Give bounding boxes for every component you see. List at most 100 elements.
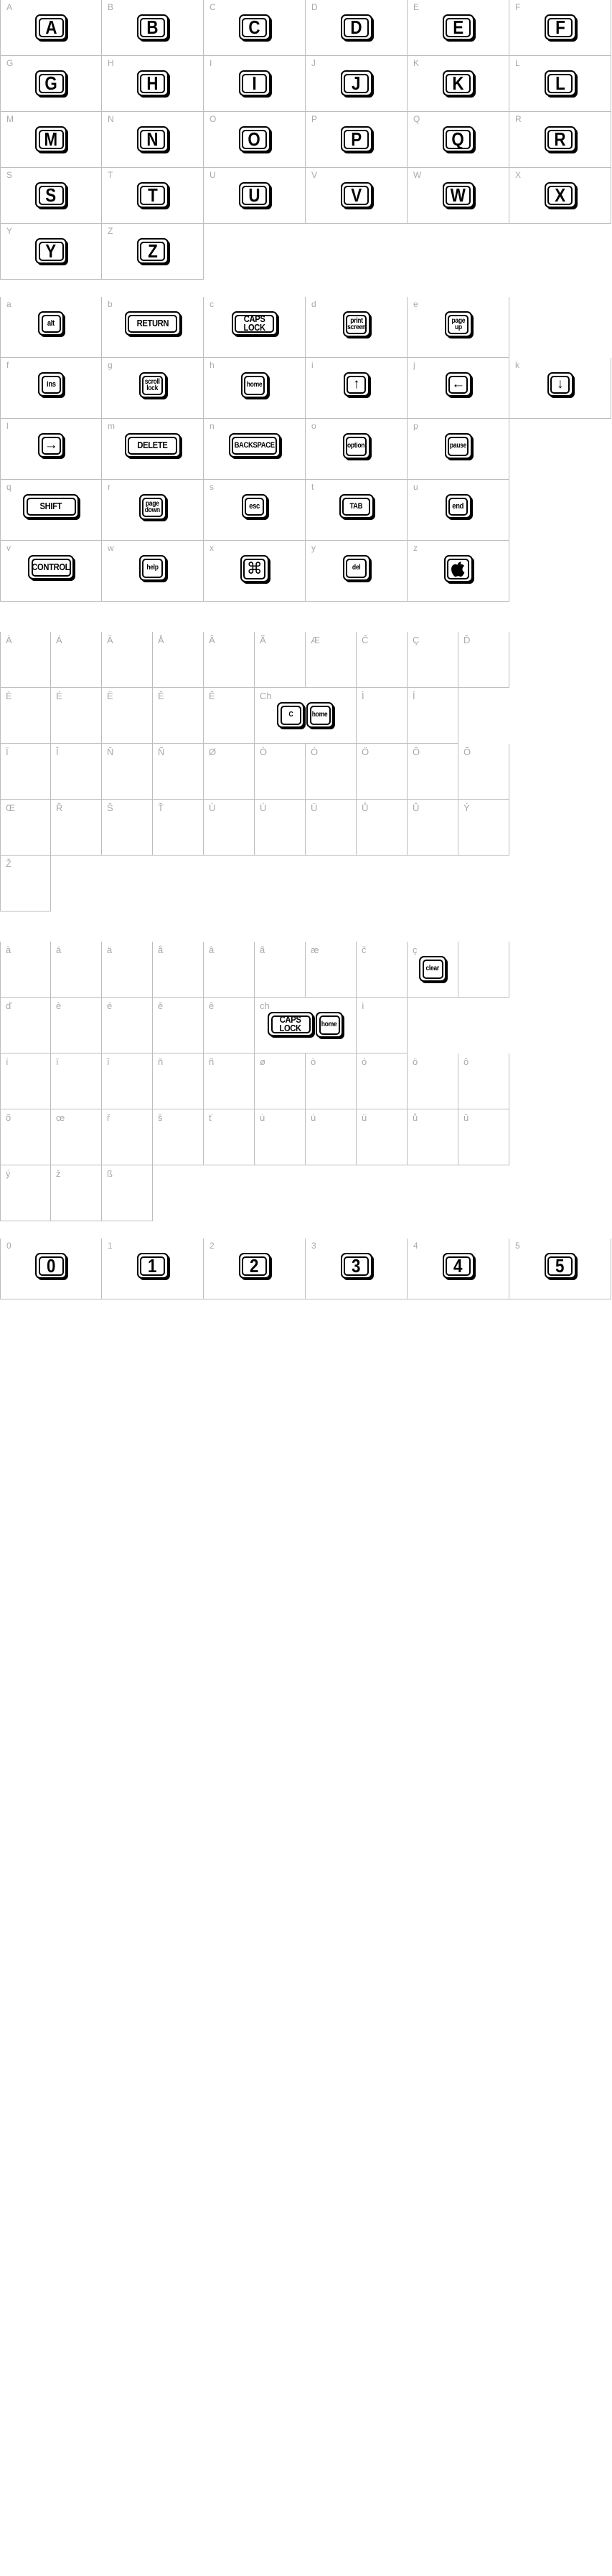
glyph-cell-label: K (413, 58, 420, 68)
glyph-cell: ü (357, 1109, 408, 1165)
key-cap-inner: DELETE (128, 436, 177, 455)
glyph-cell-label: x (210, 543, 215, 553)
glyph-cell: Ž (0, 856, 51, 911)
glyph-cell: ň (153, 1053, 204, 1109)
glyph-cell-label: t (311, 482, 314, 492)
key-cap: E (442, 14, 474, 40)
glyph-cell-label: Á (56, 635, 62, 645)
glyph-cell: Č (357, 632, 408, 688)
glyph-cell: v CONTROL (0, 541, 102, 602)
key-cap-label: CAPS LOCK (243, 313, 265, 333)
key-cap-inner: ← (448, 375, 468, 394)
key-cap-label: alt (47, 318, 55, 328)
font-character-map-sheet: AABBCCDDEEFFGGHHIIJJKKLLMMNNOOPPQQRRSSTT… (0, 0, 612, 1299)
glyph-cell-label: é (107, 1000, 113, 1011)
glyph-cell-label: Ž (6, 858, 11, 869)
glyph-cell: Ò (255, 744, 306, 800)
key-cap-inner: SHIFT (26, 497, 76, 516)
glyph-render: G (1, 70, 101, 96)
glyph-cell-label: ť (209, 1112, 212, 1123)
glyph-cell-label: Ň (107, 747, 114, 757)
key-cap: Q (442, 126, 474, 152)
glyph-render: C (204, 14, 305, 40)
glyph-row: q SHIFT r page down s esc t TAB u end (0, 480, 612, 541)
key-cap-label: 5 (555, 1254, 565, 1277)
glyph-cell-label: Œ (6, 802, 15, 813)
glyph-cell: í (0, 1053, 51, 1109)
key-cap-label: home (246, 381, 263, 389)
glyph-cell-label: à (6, 944, 11, 955)
glyph-cell-label: è (56, 1000, 62, 1011)
glyph-render: ↓ (509, 372, 611, 397)
glyph-cell: HH (102, 56, 204, 112)
key-cap: DELETE (124, 433, 181, 458)
glyph-cell-label: Æ (311, 635, 320, 645)
glyph-cell: î (102, 1053, 153, 1109)
key-cap: SHIFT (23, 494, 79, 518)
glyph-cell: Õ (458, 744, 509, 800)
key-cap: C (238, 14, 270, 40)
glyph-render: L (509, 70, 611, 96)
glyph-cell: 33 (306, 1239, 408, 1299)
glyph-row: GGHHIIJJKKLL (0, 56, 612, 112)
glyph-render (408, 555, 509, 582)
glyph-cell: Ç (408, 632, 458, 688)
glyph-cell: Ú (255, 800, 306, 856)
key-cap: A (35, 14, 67, 40)
glyph-cell: Š (102, 800, 153, 856)
key-cap: N (136, 126, 169, 152)
glyph-cell: k ↓ (509, 358, 611, 419)
key-cap-label: U (248, 184, 260, 206)
glyph-cell: ì (357, 998, 408, 1053)
glyph-cell: m DELETE (102, 419, 204, 480)
key-cap-inner: ⌘ (243, 558, 265, 579)
glyph-cell-label: Í (413, 691, 415, 701)
key-cap-label: O (248, 128, 261, 150)
glyph-cell: ž (51, 1165, 102, 1221)
glyph-cell-label: ó (362, 1056, 367, 1067)
key-cap-label: M (44, 128, 58, 150)
glyph-render: Y (1, 238, 101, 264)
glyph-cell-label: Ò (260, 747, 268, 757)
key-cap: option (342, 433, 370, 459)
glyph-cell-label: ã (260, 944, 265, 955)
glyph-render: help (102, 555, 203, 581)
key-cap-inner: CAPS LOCK (235, 313, 274, 333)
glyph-cell: Ù (204, 800, 255, 856)
glyph-cell-label: V (311, 170, 318, 180)
key-cap-label: S (45, 184, 57, 206)
glyph-cell: d print screen (306, 297, 408, 358)
glyph-render: CAPS LOCK home (255, 1012, 356, 1038)
key-cap: H (136, 70, 169, 96)
glyph-cell: OO (204, 112, 306, 168)
glyph-render: W (408, 182, 509, 208)
glyph-cell: ZZ (102, 224, 204, 280)
glyph-cell: e page up (408, 297, 509, 358)
glyph-cell: DD (306, 0, 408, 56)
glyph-cell: j ← (408, 358, 509, 419)
glyph-cell-label: 3 (311, 1241, 316, 1251)
glyph-cell: Í (408, 688, 458, 744)
key-cap-inner: D (344, 17, 369, 37)
glyph-cell: Ø (204, 744, 255, 800)
key-cap-inner: S (38, 184, 64, 206)
glyph-cell: û (458, 1109, 509, 1165)
glyph-cell-label: f (6, 360, 9, 370)
key-cap-inner (447, 558, 469, 579)
glyph-render: S (1, 182, 101, 208)
key-cap-inner: CONTROL (31, 558, 71, 577)
glyph-cell-label: u (413, 482, 418, 492)
glyph-cell-label: A (6, 2, 13, 12)
glyph-cell: SS (0, 168, 102, 224)
key-cap-inner: K (446, 73, 471, 93)
key-cap-label: V (351, 184, 362, 206)
glyph-render: B (102, 14, 203, 40)
glyph-cell-label: Å (158, 635, 164, 645)
glyph-cell-label: Õ (463, 747, 471, 757)
key-cap-inner: → (41, 436, 61, 455)
key-cap: G (35, 70, 67, 96)
section-lowercase-accented: à á ä å â ã æ č ç clear ď è é ě ê ch CAPS LOCK home ì í ï î ň ñ… (0, 942, 612, 1221)
glyph-cell-label: 4 (413, 1241, 418, 1251)
glyph-render: F (509, 14, 611, 40)
key-cap: CONTROL (28, 555, 74, 579)
